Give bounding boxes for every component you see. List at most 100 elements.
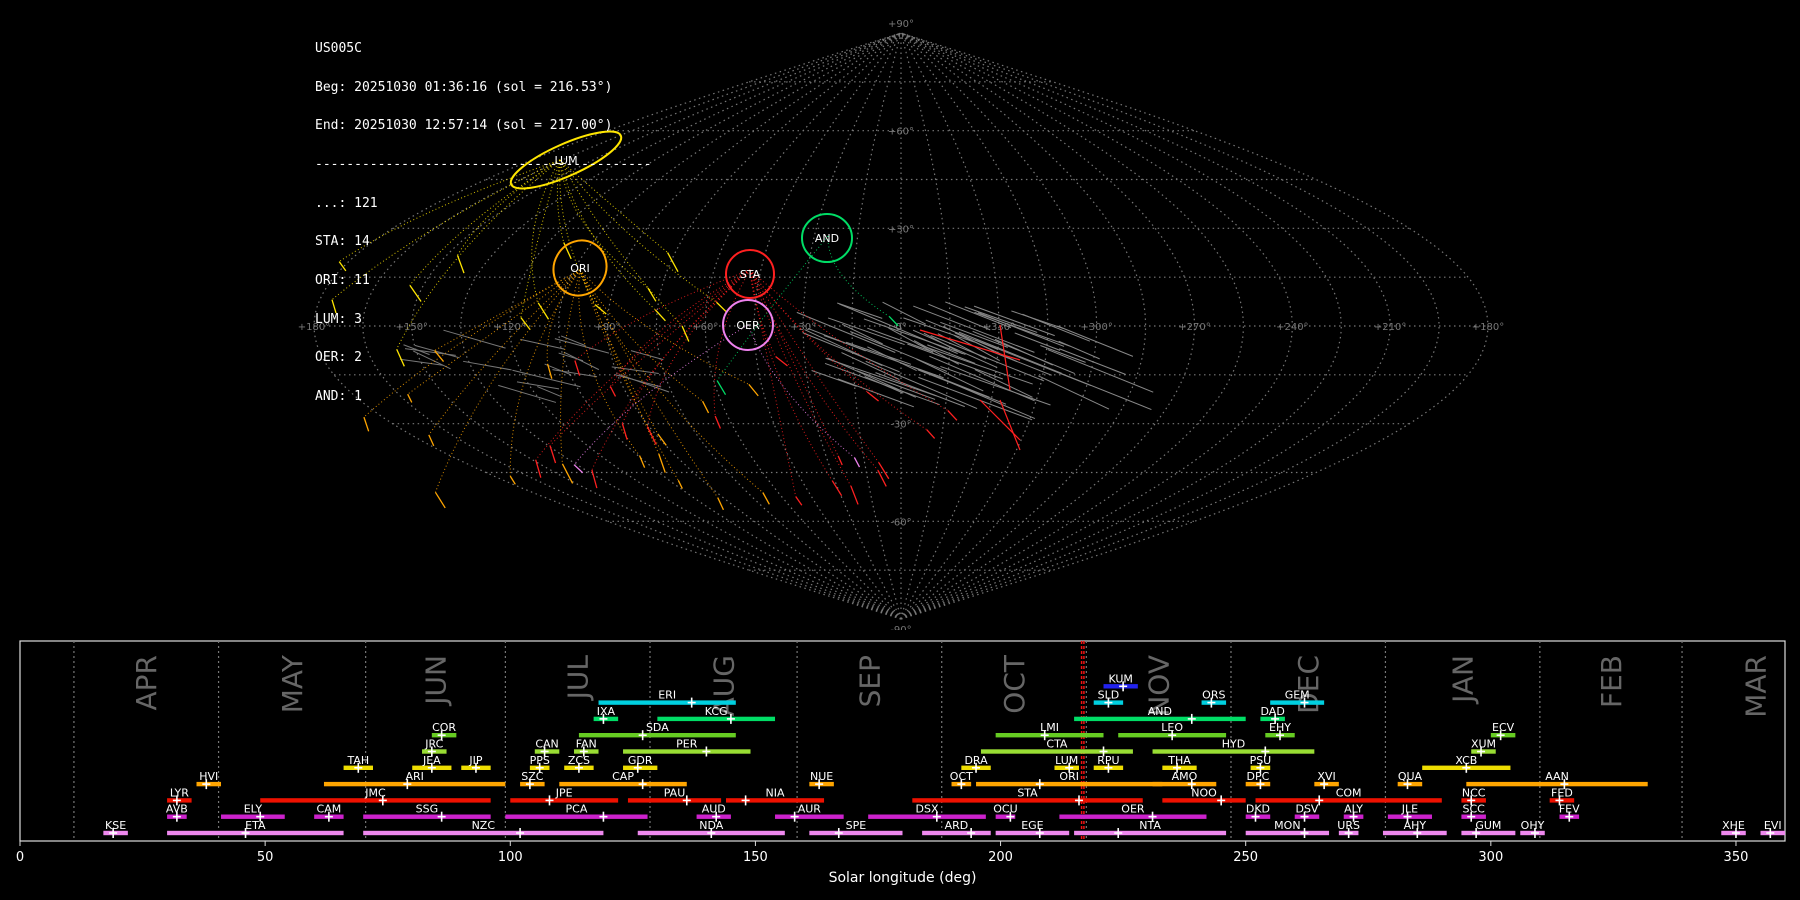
shower-label: ALY — [1344, 803, 1363, 816]
lon-tick-label: +300° — [1080, 322, 1112, 333]
shower-label: SCC — [1463, 803, 1486, 816]
shower-label: THA — [1167, 754, 1191, 767]
meteor-trail — [853, 457, 861, 468]
meteor-trail — [717, 497, 725, 511]
meteor-trail — [714, 415, 722, 429]
shower-label: STA — [1017, 786, 1038, 799]
shower-label: NZC — [472, 819, 496, 832]
shower-label: JLE — [1401, 803, 1418, 816]
shower-label: NOO — [1191, 786, 1217, 799]
shower-label: DKD — [1246, 803, 1270, 816]
meteor-trail — [549, 445, 557, 464]
sporadic-trail — [803, 332, 900, 373]
shower-label: FED — [1551, 786, 1573, 799]
meteor-trail — [657, 433, 667, 446]
shower-label: DSV — [1295, 803, 1318, 816]
meteor-trail — [979, 399, 1021, 441]
info-separator: ----------------------------------------… — [315, 156, 652, 172]
shower-label: XHE — [1722, 819, 1745, 832]
lon-tick-label: +180° — [1472, 322, 1504, 333]
shower-label: ARD — [945, 819, 969, 832]
shower-label: LMI — [1040, 721, 1059, 734]
meteor-trail — [762, 492, 770, 505]
shower-label: XCB — [1455, 754, 1477, 767]
count-line: AND: 1 — [315, 389, 362, 405]
month-label: MAR — [1740, 655, 1773, 718]
shower-label: AHY — [1404, 819, 1427, 832]
sporadic-trail — [942, 378, 1036, 420]
shower-label: ELY — [244, 803, 263, 816]
meteor-trail — [947, 410, 958, 421]
shower-label: FAN — [576, 738, 597, 751]
shower-label: JRC — [424, 738, 443, 751]
shower-label: CAP — [612, 770, 634, 783]
lon-tick-label: +60° — [692, 322, 718, 333]
sporadic-trail — [917, 343, 1033, 385]
shower-label: EGE — [1021, 819, 1043, 832]
shower-timeline-chart: APR MAY JUN JUL AUG SEP OCT NOV DEC JAN FEB MAR KUM… — [16, 640, 1786, 886]
meteor-trail — [850, 485, 859, 505]
shower-label: JIP — [468, 754, 482, 767]
shower-label: MON — [1274, 819, 1300, 832]
sporadic-trail — [837, 302, 883, 319]
radiant-backtrace — [827, 235, 890, 317]
shower-label: OHY — [1521, 819, 1545, 832]
shower-label: SLD — [1098, 689, 1120, 702]
meteor-trail — [701, 400, 710, 414]
sporadic-trail — [1040, 345, 1086, 363]
shower-label: KUM — [1108, 672, 1132, 685]
radiant-label: OER — [736, 319, 760, 332]
meteor-trail — [715, 301, 728, 313]
sporadic-trail — [1047, 349, 1154, 393]
shower-label: ZCS — [568, 754, 590, 767]
meteor-trail — [363, 416, 370, 432]
sporadic-trail — [882, 301, 926, 325]
sporadic-trail — [863, 318, 966, 355]
shower-label: SZC — [521, 770, 544, 783]
sporadic-trail — [824, 362, 940, 406]
lon-tick-label: +210° — [1374, 322, 1406, 333]
shower-label: CAM — [317, 803, 342, 816]
shower-label: SPE — [846, 819, 867, 832]
shower-label: NIA — [766, 786, 785, 799]
shower-label: JEA — [422, 754, 441, 767]
shower-label: ETA — [245, 819, 266, 832]
month-label: OCT — [998, 654, 1031, 714]
count-line: STA: 14 — [315, 234, 370, 250]
shower-label: AUR — [798, 803, 822, 816]
meteor-trail — [677, 480, 683, 489]
shower-label: LEO — [1161, 721, 1183, 734]
sporadic-trail — [975, 339, 1092, 387]
shower-label: SSG — [416, 803, 439, 816]
shower-label: PAU — [664, 786, 686, 799]
shower-label: AND — [1148, 705, 1172, 718]
radiant-backtrace — [749, 269, 797, 497]
shower-label: OCU — [993, 803, 1017, 816]
meteor-trail — [831, 480, 843, 497]
month-label: DEC — [1292, 655, 1325, 714]
month-label: SEP — [853, 655, 886, 707]
lon-tick-label: +240° — [1276, 322, 1308, 333]
meteor-trail — [926, 429, 936, 439]
shower-label: JMC — [364, 786, 386, 799]
shower-label: FEV — [1559, 803, 1580, 816]
shower-label: ECV — [1492, 721, 1515, 734]
shower-label: PSU — [1250, 754, 1272, 767]
radiant-label: STA — [740, 268, 761, 281]
shower-label: AMO — [1172, 770, 1198, 783]
shower-label: CAN — [535, 738, 558, 751]
shower-label: JPE — [555, 786, 573, 799]
shower-label: KCG — [705, 705, 728, 718]
shower-label: IXA — [597, 705, 616, 718]
meteor-trail — [509, 475, 516, 485]
x-tick-label: 150 — [743, 850, 768, 865]
x-tick-label: 200 — [988, 850, 1013, 865]
meteor-trail — [573, 464, 584, 474]
shower-label: QUA — [1398, 770, 1423, 783]
sporadic-trail — [856, 370, 936, 400]
sporadic-trail — [867, 346, 917, 371]
month-label: JUL — [562, 655, 595, 702]
count-line: ORI: 11 — [315, 273, 370, 289]
shower-label: AAN — [1545, 770, 1569, 783]
shower-label: CTA — [1046, 738, 1068, 751]
